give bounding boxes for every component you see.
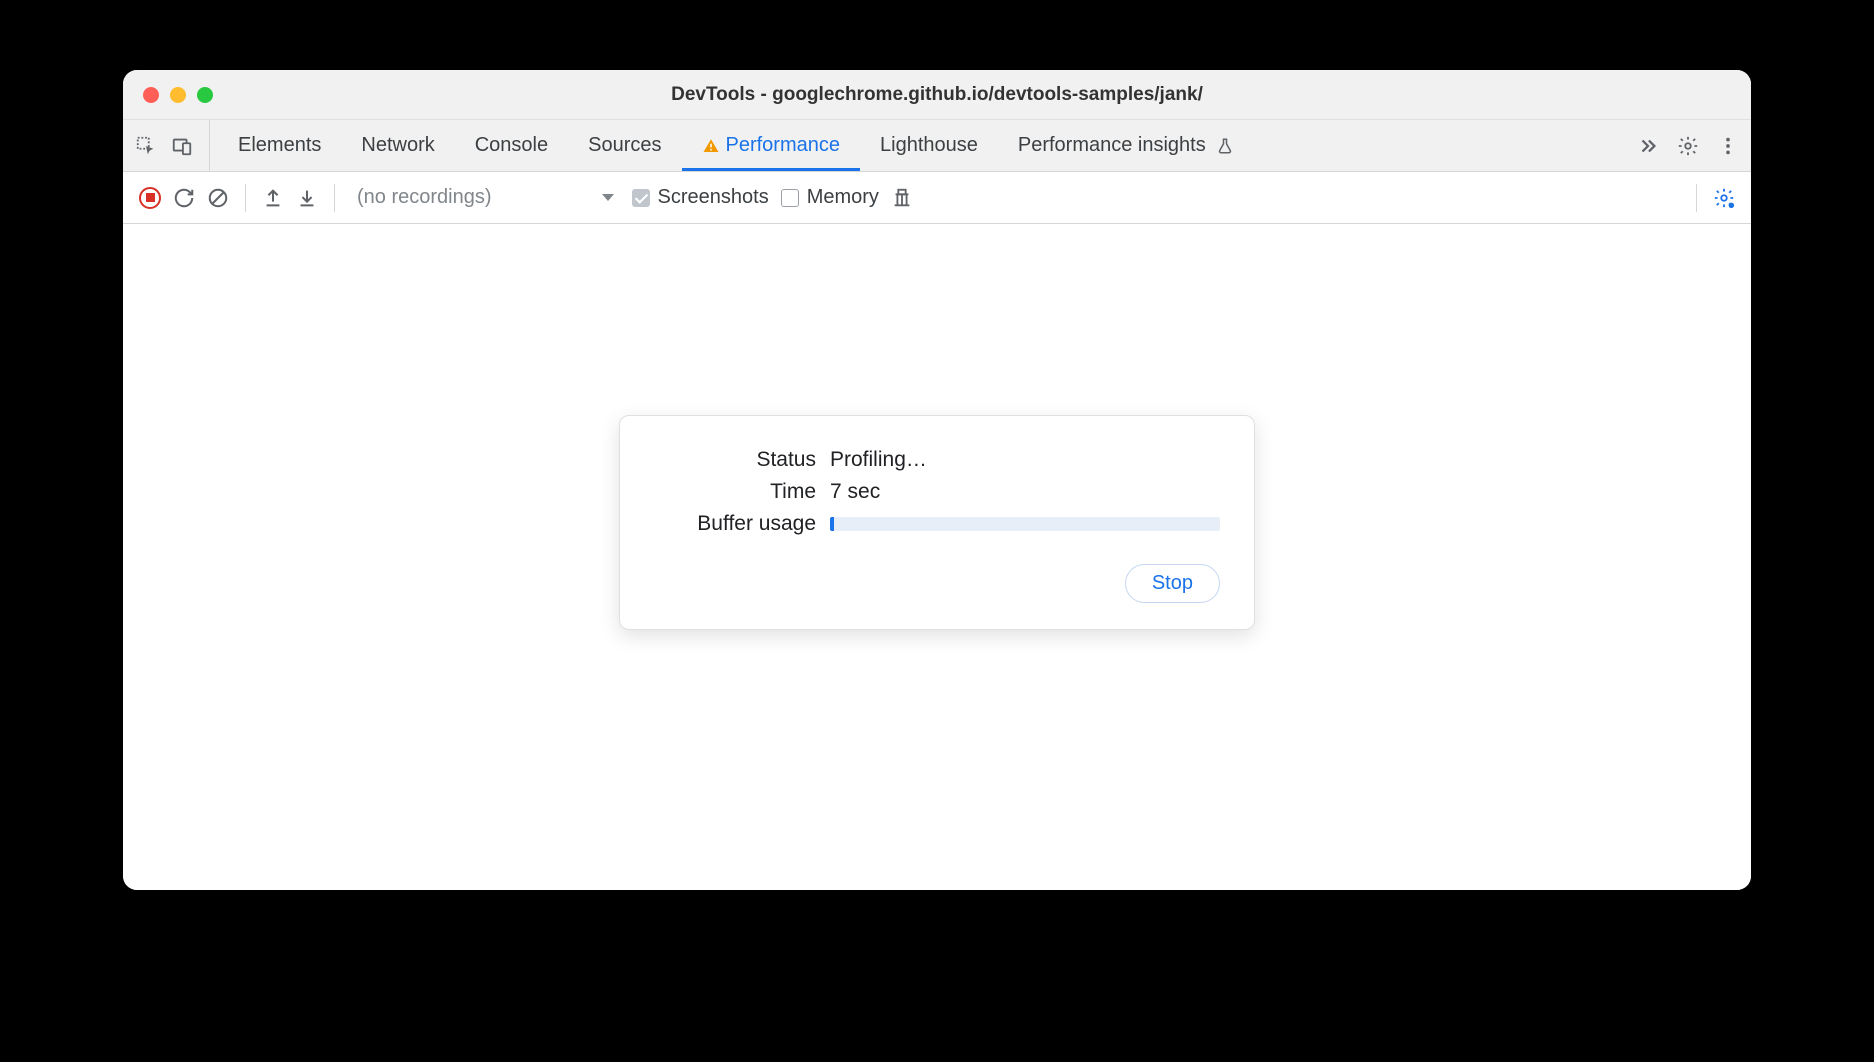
time-label: Time	[654, 480, 830, 504]
tab-lighthouse[interactable]: Lighthouse	[860, 120, 998, 171]
performance-content: Status Profiling… Time 7 sec Buffer usag…	[123, 224, 1751, 890]
performance-toolbar: (no recordings) Screenshots Memory	[123, 172, 1751, 224]
tab-console[interactable]: Console	[455, 120, 568, 171]
status-label: Status	[654, 448, 830, 472]
time-row: Time 7 sec	[654, 480, 1220, 504]
settings-gear-icon[interactable]	[1677, 135, 1699, 157]
dialog-actions: Stop	[654, 564, 1220, 603]
tab-network[interactable]: Network	[341, 120, 454, 171]
titlebar: DevTools - googlechrome.github.io/devtoo…	[123, 70, 1751, 120]
profiling-dialog: Status Profiling… Time 7 sec Buffer usag…	[619, 415, 1255, 630]
tab-performance[interactable]: Performance	[682, 120, 861, 171]
memory-label: Memory	[807, 186, 879, 209]
reload-icon[interactable]	[173, 187, 195, 209]
window-title: DevTools - googlechrome.github.io/devtoo…	[123, 84, 1751, 106]
toolbar-divider	[1696, 184, 1697, 212]
checkbox-icon	[632, 189, 650, 207]
zoom-window-button[interactable]	[197, 87, 213, 103]
chevron-down-icon	[602, 194, 614, 201]
status-value: Profiling…	[830, 448, 1220, 472]
garbage-collect-icon[interactable]	[891, 187, 913, 209]
inspect-element-icon[interactable]	[135, 135, 157, 157]
panel-tabs: Elements Network Console Sources Perform…	[218, 120, 1617, 171]
buffer-progress-bar	[830, 517, 1220, 531]
screenshots-label: Screenshots	[658, 186, 769, 209]
buffer-label: Buffer usage	[654, 512, 830, 536]
screenshots-checkbox[interactable]: Screenshots	[632, 186, 769, 209]
status-row: Status Profiling…	[654, 448, 1220, 472]
inspect-tools	[135, 120, 210, 171]
toolbar-divider	[334, 184, 335, 212]
recordings-dropdown[interactable]: (no recordings)	[351, 186, 620, 209]
recordings-placeholder: (no recordings)	[357, 186, 492, 209]
more-tabs-icon[interactable]	[1637, 135, 1659, 157]
clear-icon[interactable]	[207, 187, 229, 209]
tab-sources[interactable]: Sources	[568, 120, 681, 171]
minimize-window-button[interactable]	[170, 87, 186, 103]
warning-icon	[702, 137, 720, 155]
buffer-row: Buffer usage	[654, 512, 1220, 536]
tab-performance-insights-label: Performance insights	[1018, 134, 1206, 157]
toolbar-divider	[245, 184, 246, 212]
stop-button[interactable]: Stop	[1125, 564, 1220, 603]
kebab-menu-icon[interactable]	[1717, 135, 1739, 157]
record-stop-button[interactable]	[139, 187, 161, 209]
buffer-progress-fill	[830, 517, 834, 531]
tab-performance-insights[interactable]: Performance insights	[998, 120, 1254, 171]
tab-performance-label: Performance	[726, 134, 841, 157]
capture-settings-gear-icon[interactable]	[1713, 187, 1735, 209]
time-value: 7 sec	[830, 480, 1220, 504]
device-toggle-icon[interactable]	[171, 135, 193, 157]
memory-checkbox[interactable]: Memory	[781, 186, 879, 209]
devtools-window: DevTools - googlechrome.github.io/devtoo…	[123, 70, 1751, 890]
traffic-lights	[123, 87, 213, 103]
close-window-button[interactable]	[143, 87, 159, 103]
tabs-right-tools	[1625, 135, 1739, 157]
tab-elements[interactable]: Elements	[218, 120, 341, 171]
main-tabs-row: Elements Network Console Sources Perform…	[123, 120, 1751, 172]
flask-icon	[1216, 137, 1234, 155]
upload-icon[interactable]	[262, 187, 284, 209]
checkbox-icon	[781, 189, 799, 207]
download-icon[interactable]	[296, 187, 318, 209]
